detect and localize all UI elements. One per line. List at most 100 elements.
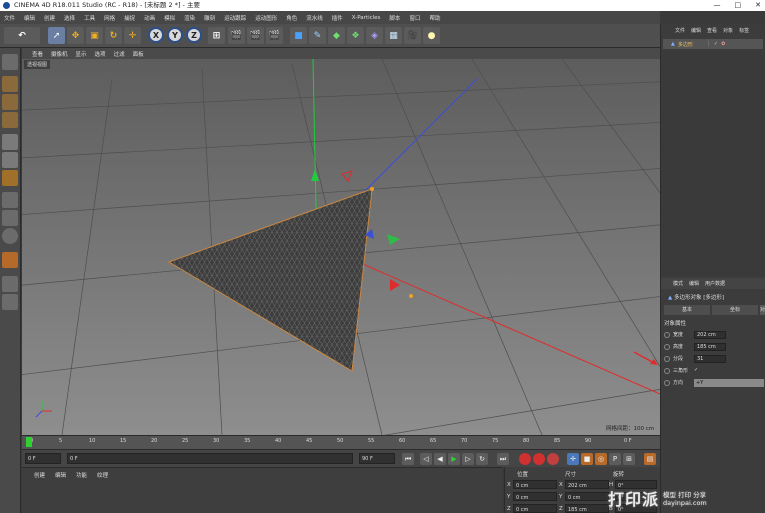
points-mode-icon[interactable] <box>2 134 18 150</box>
last-tool-icon[interactable]: ✛ <box>124 27 141 44</box>
height-field[interactable]: 185 cm <box>694 343 726 351</box>
animate-dot-icon[interactable] <box>664 380 670 386</box>
prev-key-icon[interactable]: ◁ <box>420 453 432 465</box>
plane-handle-icon[interactable] <box>387 234 400 245</box>
make-editable-icon[interactable] <box>2 54 18 70</box>
model-mode-icon[interactable] <box>2 76 18 92</box>
prev-frame-icon[interactable]: ◀ <box>434 453 446 465</box>
next-key-icon[interactable]: ↻ <box>476 453 488 465</box>
position-z-field[interactable]: 0 cm <box>513 504 557 513</box>
array-icon[interactable]: ❖ <box>347 27 364 44</box>
grid-icon[interactable] <box>2 276 18 292</box>
object-menu-tags[interactable]: 标签 <box>739 27 749 37</box>
segments-field[interactable]: 31 <box>694 355 726 363</box>
menu-simulate[interactable]: 模拟 <box>164 14 175 22</box>
animate-dot-icon[interactable] <box>664 344 670 350</box>
timeline-playhead[interactable] <box>26 437 32 447</box>
start-frame-field[interactable]: 0 F <box>25 453 61 464</box>
render-settings-icon[interactable]: 🎬 <box>266 27 283 44</box>
menu-select[interactable]: 选择 <box>64 14 75 22</box>
next-frame-icon[interactable]: ▷ <box>462 453 474 465</box>
menu-edit[interactable]: 编辑 <box>24 14 35 22</box>
current-frame-field[interactable]: 0 F <box>67 453 353 464</box>
visibility-dots-icon[interactable]: ⋮ <box>706 41 711 47</box>
attr-menu-edit[interactable]: 编辑 <box>689 280 699 287</box>
viewport-menu-panel[interactable]: 面板 <box>133 50 144 58</box>
go-to-start-icon[interactable]: ⏮ <box>402 453 414 465</box>
material-menu-texture[interactable]: 纹理 <box>97 471 108 479</box>
object-menu-edit[interactable]: 编辑 <box>691 27 701 37</box>
minimize-button[interactable]: — <box>714 0 721 11</box>
menu-create[interactable]: 创建 <box>44 14 55 22</box>
attr-menu-userdata[interactable]: 用户数据 <box>705 280 725 287</box>
scale-icon[interactable]: ▣ <box>86 27 103 44</box>
autokey-icon[interactable] <box>533 453 545 465</box>
viewport-menu-display[interactable]: 显示 <box>76 50 87 58</box>
triangle-checkbox[interactable]: ✓ <box>694 367 698 373</box>
key-rotation-icon[interactable]: ◎ <box>595 453 607 465</box>
size-x-field[interactable]: 202 cm <box>565 480 609 489</box>
keyframe-help-icon[interactable] <box>547 453 559 465</box>
triangle-polygon-mesh[interactable] <box>167 188 373 372</box>
menu-pipeline[interactable]: 流水线 <box>306 14 323 22</box>
y-axis-lock-button[interactable]: Y <box>167 27 183 43</box>
object-menu-view[interactable]: 查看 <box>707 27 717 37</box>
menu-character[interactable]: 角色 <box>286 14 297 22</box>
close-button[interactable]: ✕ <box>755 0 761 11</box>
x-handle-point[interactable] <box>409 294 413 298</box>
menu-tools[interactable]: 工具 <box>84 14 95 22</box>
key-pla-icon[interactable]: ⊞ <box>623 453 635 465</box>
object-menu-file[interactable]: 文件 <box>675 27 685 37</box>
width-field[interactable]: 202 cm <box>694 331 726 339</box>
undo-icon[interactable]: ↶ <box>4 27 40 44</box>
generator-icon[interactable]: ◆ <box>328 27 345 44</box>
origin-point[interactable] <box>370 187 374 191</box>
menu-help[interactable]: 帮助 <box>429 14 440 22</box>
key-param-icon[interactable]: P <box>609 453 621 465</box>
workplane-icon[interactable] <box>2 112 18 128</box>
timeline-window-icon[interactable]: ▤ <box>644 453 656 465</box>
camera-icon[interactable]: 🎥 <box>404 27 421 44</box>
play-icon[interactable]: ▶ <box>448 453 460 465</box>
animate-dot-icon[interactable] <box>664 356 670 362</box>
z-axis-lock-button[interactable]: Z <box>186 27 202 43</box>
end-frame-field[interactable]: 90 F <box>359 453 395 464</box>
render-view-icon[interactable]: 🎬 <box>228 27 245 44</box>
tab-basic[interactable]: 基本 <box>664 305 710 315</box>
layer-icon[interactable] <box>2 294 18 310</box>
move-icon[interactable]: ✥ <box>67 27 84 44</box>
rotate-icon[interactable]: ↻ <box>105 27 122 44</box>
edges-mode-icon[interactable] <box>2 152 18 168</box>
select-icon[interactable]: ➚ <box>48 27 65 44</box>
menu-mesh[interactable]: 网格 <box>104 14 115 22</box>
menu-sculpt[interactable]: 雕刻 <box>204 14 215 22</box>
material-menu-create[interactable]: 创建 <box>34 471 45 479</box>
menu-snap[interactable]: 捕捉 <box>124 14 135 22</box>
snap-icon[interactable] <box>2 228 18 244</box>
attr-menu-mode[interactable]: 模式 <box>673 280 683 287</box>
material-menu-function[interactable]: 功能 <box>76 471 87 479</box>
tab-object[interactable]: 对象 <box>760 305 765 315</box>
go-to-end-icon[interactable]: ⏭ <box>497 453 509 465</box>
x-axis-handle-icon[interactable] <box>390 279 400 291</box>
menu-motion-tracker[interactable]: 运动跟踪 <box>224 14 246 22</box>
viewport-menu-view[interactable]: 查看 <box>32 50 43 58</box>
deformer-icon[interactable]: ◈ <box>366 27 383 44</box>
menu-x-particles[interactable]: X-Particles <box>352 15 381 21</box>
render-picture-viewer-icon[interactable]: 🎬 <box>247 27 264 44</box>
material-menu-edit[interactable]: 编辑 <box>55 471 66 479</box>
cube-icon[interactable]: ■ <box>290 27 307 44</box>
menu-mograph[interactable]: 运动图形 <box>255 14 277 22</box>
maximize-button[interactable]: □ <box>735 0 742 11</box>
menu-script[interactable]: 脚本 <box>389 14 400 22</box>
orientation-dropdown[interactable]: +Y <box>694 379 764 387</box>
coordinate-system-icon[interactable]: ⊞ <box>208 27 225 44</box>
position-x-field[interactable]: 0 cm <box>513 480 557 489</box>
menu-file[interactable]: 文件 <box>4 14 15 22</box>
key-scale-icon[interactable]: ■ <box>581 453 593 465</box>
size-y-field[interactable]: 0 cm <box>565 492 609 501</box>
axis-mode-icon[interactable] <box>2 192 18 208</box>
object-list[interactable] <box>661 50 765 276</box>
object-menu-objects[interactable]: 对象 <box>723 27 733 37</box>
texture-mode-icon[interactable] <box>2 94 18 110</box>
